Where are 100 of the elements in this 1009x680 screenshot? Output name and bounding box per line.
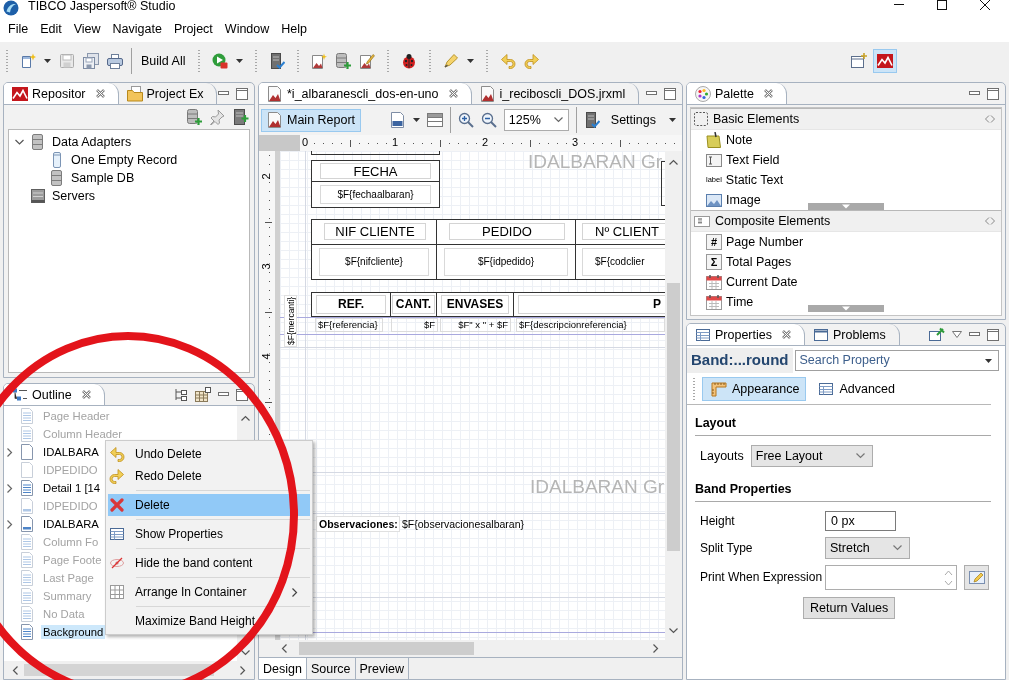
database-add-icon[interactable] <box>186 109 202 125</box>
palette-item[interactable]: Time <box>691 292 1001 312</box>
menu-item[interactable]: Navigate <box>106 22 168 36</box>
zoom-out-icon[interactable] <box>480 112 497 128</box>
caret-icon[interactable] <box>669 118 676 122</box>
eye-slash-icon[interactable] <box>109 555 125 571</box>
editor-tab[interactable]: *i_albaranescli_dos-en-uno <box>259 83 472 104</box>
palette-item[interactable]: Text Field <box>691 150 1001 170</box>
bug-icon[interactable] <box>401 53 418 69</box>
palette-item[interactable]: Note <box>691 130 1001 150</box>
pushpin-icon[interactable] <box>209 109 225 125</box>
palette-item[interactable]: Current Date <box>691 272 1001 292</box>
outline-item[interactable]: Background <box>41 625 106 639</box>
menu-item[interactable]: Show Properties <box>108 523 310 545</box>
floppy-disks-icon[interactable] <box>83 53 99 69</box>
chevron-right-icon[interactable] <box>653 644 659 653</box>
chevron-down-icon[interactable] <box>855 453 865 459</box>
menu-item[interactable]: Help <box>275 22 313 36</box>
menu-item[interactable]: Window <box>218 22 276 36</box>
chevron-right-icon[interactable] <box>292 587 298 597</box>
outline-item[interactable]: Detail 1 [14 <box>41 481 103 495</box>
build-all-button[interactable]: Build All <box>140 54 187 68</box>
tree-item[interactable]: Servers <box>52 189 96 203</box>
tree-item[interactable]: Sample DB <box>71 171 135 185</box>
triangle-down-icon[interactable] <box>952 331 962 338</box>
server-icon[interactable] <box>583 112 600 128</box>
outline-item[interactable]: IDALBARA <box>41 517 101 531</box>
tree-item[interactable]: Data Adapters <box>52 135 132 149</box>
search-field[interactable]: Search Property <box>794 349 999 371</box>
close-icon[interactable] <box>980 0 990 10</box>
document-star-icon[interactable] <box>311 53 328 69</box>
panel-tab[interactable]: Problems <box>805 324 900 345</box>
chevron-down-icon[interactable] <box>15 137 24 147</box>
document-pen-icon[interactable] <box>359 53 376 69</box>
outline-item[interactable]: IDALBARA <box>41 445 101 459</box>
editor-mode-tab[interactable]: Source <box>306 658 356 679</box>
delete-icon[interactable] <box>109 497 125 513</box>
menu-item[interactable]: View <box>67 22 107 36</box>
return-values-button[interactable]: Return Values <box>803 597 896 619</box>
settings-button[interactable]: Settings <box>606 113 676 127</box>
chevron-down-icon[interactable] <box>669 628 678 634</box>
play-icon[interactable] <box>212 53 229 69</box>
dropdown[interactable]: Free Layout <box>750 445 873 467</box>
main-report-button[interactable]: Main Report <box>261 108 362 132</box>
drawer-header[interactable]: Basic Elements <box>691 108 1001 130</box>
chevron-left-icon[interactable] <box>281 644 287 653</box>
expression-editor-button[interactable] <box>964 565 989 590</box>
menu-item[interactable]: Edit <box>34 22 68 36</box>
chevron-right-icon[interactable] <box>7 519 13 529</box>
server-icon[interactable] <box>269 53 286 69</box>
chevron-up-icon[interactable] <box>241 415 250 421</box>
menu-item[interactable]: Delete <box>108 494 310 516</box>
grid-icon[interactable] <box>109 584 125 600</box>
chevron-right-icon[interactable] <box>240 665 246 675</box>
table-icon[interactable] <box>109 526 125 542</box>
panel-tab[interactable]: Outline <box>4 384 105 405</box>
table-add-icon[interactable] <box>194 386 211 403</box>
chevron-up-icon[interactable] <box>669 159 678 165</box>
chevron-right-icon[interactable] <box>7 447 13 457</box>
zoom-combo[interactable]: 125% <box>503 109 569 131</box>
tree-icon[interactable] <box>173 386 187 403</box>
chevron-left-icon[interactable] <box>12 665 18 675</box>
chevron-down-icon[interactable] <box>893 545 902 551</box>
menu-item[interactable]: File <box>2 22 35 36</box>
chevron-down-icon[interactable] <box>553 117 563 123</box>
section-tab[interactable]: Advanced <box>809 377 903 401</box>
menu-item[interactable]: Redo Delete <box>108 465 310 487</box>
input-field[interactable]: 0 px <box>825 511 896 531</box>
panel-tab[interactable]: Properties <box>687 324 805 345</box>
menu-item[interactable]: Hide the band content <box>108 552 310 574</box>
database-add-icon[interactable] <box>335 53 352 69</box>
zoom-in-icon[interactable] <box>457 112 474 128</box>
menu-item[interactable]: Project <box>167 22 219 36</box>
caret-icon[interactable] <box>985 358 992 363</box>
palette-item[interactable]: Image <box>691 190 1001 210</box>
expression-field[interactable] <box>825 565 957 590</box>
menu-item[interactable]: Undo Delete <box>108 443 310 465</box>
window-arrow-icon[interactable] <box>929 326 945 343</box>
server-add-icon[interactable] <box>232 109 249 125</box>
chevron-down-icon[interactable] <box>241 650 250 656</box>
scroll-thumb[interactable] <box>299 642 474 655</box>
palette-item[interactable]: Σ Total Pages <box>691 252 1001 272</box>
tree-item[interactable]: One Empty Record <box>71 153 178 167</box>
document-icon[interactable] <box>389 112 406 128</box>
panel-tab[interactable]: Repositor <box>4 83 119 104</box>
panel-tab[interactable]: Palette <box>687 83 787 104</box>
palette-item[interactable]: # Page Number <box>691 232 1001 252</box>
dropdown[interactable]: Stretch <box>825 537 910 559</box>
drawer-header[interactable]: Composite Elements <box>691 210 1001 232</box>
editor-mode-tab[interactable]: Design <box>259 658 307 679</box>
editor-tab[interactable]: i_reciboscli_DOS.jrxml <box>471 83 640 104</box>
caret-icon[interactable] <box>412 118 420 122</box>
panel-tab[interactable]: Project Ex <box>118 83 218 104</box>
caret-icon[interactable] <box>44 59 51 63</box>
maximize-icon[interactable] <box>937 0 947 10</box>
rows-icon[interactable] <box>426 112 443 128</box>
caret-icon[interactable] <box>467 59 475 63</box>
menu-item[interactable]: Maximize Band Height <box>108 610 310 632</box>
section-tab[interactable]: Appearance <box>702 377 807 401</box>
caret-icon[interactable] <box>236 59 244 63</box>
